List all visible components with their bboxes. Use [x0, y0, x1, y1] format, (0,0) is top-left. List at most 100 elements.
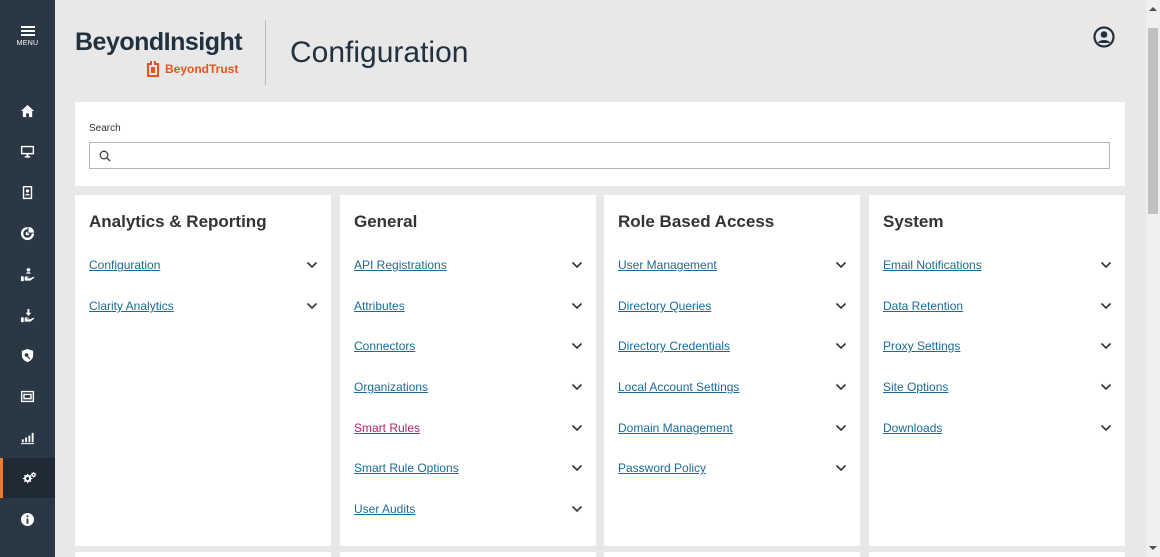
link-email-notifications[interactable]: Email Notifications: [883, 258, 982, 272]
nav-reports[interactable]: [0, 417, 55, 457]
nav-home[interactable]: [0, 91, 55, 131]
nav-users[interactable]: [0, 254, 55, 294]
nav-about[interactable]: [0, 499, 55, 539]
search-label: Search: [89, 123, 121, 134]
card-analytics-reporting: Analytics & Reporting Configuration Clar…: [75, 195, 331, 546]
chevron-down-icon[interactable]: [305, 299, 319, 313]
list-item: Attributes: [354, 296, 584, 316]
triangle-up-icon: [1149, 7, 1157, 11]
link-directory-queries[interactable]: Directory Queries: [618, 299, 711, 313]
card-partial: [869, 552, 1125, 557]
link-attributes[interactable]: Attributes: [354, 299, 405, 313]
scroll-up-arrow[interactable]: [1146, 2, 1160, 16]
chevron-down-icon[interactable]: [834, 380, 848, 394]
chevron-down-icon[interactable]: [1099, 258, 1113, 272]
link-downloads[interactable]: Downloads: [883, 421, 942, 435]
shield-key-icon: [21, 348, 34, 362]
chevron-down-icon[interactable]: [570, 421, 584, 435]
chevron-down-icon[interactable]: [834, 299, 848, 313]
list-item: Smart Rules: [354, 418, 584, 438]
card-partial: [604, 552, 860, 557]
list-item: Directory Queries: [618, 296, 848, 316]
chevron-down-icon[interactable]: [834, 421, 848, 435]
home-icon: [20, 104, 35, 117]
chevron-down-icon[interactable]: [1099, 299, 1113, 313]
list-item: Proxy Settings: [883, 336, 1113, 356]
chevron-down-icon[interactable]: [1099, 380, 1113, 394]
link-directory-credentials[interactable]: Directory Credentials: [618, 339, 730, 353]
search-input[interactable]: [119, 143, 1109, 168]
link-connectors[interactable]: Connectors: [354, 339, 415, 353]
chevron-down-icon[interactable]: [834, 258, 848, 272]
list-item: Organizations: [354, 377, 584, 397]
page-title: Configuration: [290, 36, 469, 69]
chevron-down-icon[interactable]: [570, 339, 584, 353]
nav-configuration[interactable]: [0, 458, 55, 498]
nav-identity[interactable]: [0, 172, 55, 212]
nav-analytics[interactable]: [0, 213, 55, 253]
chevron-down-icon[interactable]: [570, 299, 584, 313]
hand-user-icon: [20, 267, 35, 281]
brand-sub-label: BeyondTrust: [165, 62, 239, 76]
card-title: System: [883, 212, 944, 231]
menu-label: MENU: [16, 40, 39, 47]
chevron-down-icon[interactable]: [834, 461, 848, 475]
link-smart-rules[interactable]: Smart Rules: [354, 421, 420, 435]
nav-security[interactable]: [0, 335, 55, 375]
user-account-icon[interactable]: [1093, 26, 1115, 48]
list-item: Clarity Analytics: [89, 296, 319, 316]
list-item: Site Options: [883, 377, 1113, 397]
card-role-based-access: Role Based Access User Management Direct…: [604, 195, 860, 546]
link-user-audits[interactable]: User Audits: [354, 502, 415, 516]
chevron-down-icon[interactable]: [570, 258, 584, 272]
menu-button[interactable]: MENU: [0, 24, 55, 64]
list-item: Domain Management: [618, 418, 848, 438]
header-divider: [265, 20, 266, 85]
link-api-registrations[interactable]: API Registrations: [354, 258, 447, 272]
chevron-down-icon[interactable]: [305, 258, 319, 272]
link-organizations[interactable]: Organizations: [354, 380, 428, 394]
list-item: Email Notifications: [883, 255, 1113, 275]
link-proxy-settings[interactable]: Proxy Settings: [883, 339, 960, 353]
link-domain-management[interactable]: Domain Management: [618, 421, 733, 435]
list-item: Password Policy: [618, 458, 848, 478]
search-icon: [99, 150, 111, 161]
nav-dashboard[interactable]: [0, 376, 55, 416]
monitor-icon: [20, 145, 35, 158]
chevron-down-icon[interactable]: [1099, 339, 1113, 353]
link-password-policy[interactable]: Password Policy: [618, 461, 706, 475]
link-user-management[interactable]: User Management: [618, 258, 717, 272]
card-general: General API Registrations Attributes Con…: [340, 195, 596, 546]
hamburger-icon: [20, 24, 35, 38]
brand-sub: BeyondTrust: [145, 60, 238, 78]
info-icon: [20, 512, 35, 526]
chevron-down-icon[interactable]: [570, 380, 584, 394]
link-site-options[interactable]: Site Options: [883, 380, 948, 394]
analytics-icon: [20, 226, 35, 240]
nav-assets[interactable]: [0, 131, 55, 171]
brand-logo: BeyondInsight BeyondTrust: [75, 28, 250, 77]
search-box[interactable]: [89, 142, 1110, 169]
link-clarity-analytics[interactable]: Clarity Analytics: [89, 299, 174, 313]
nav-deploy[interactable]: [0, 295, 55, 335]
chevron-down-icon[interactable]: [1099, 421, 1113, 435]
scroll-thumb[interactable]: [1148, 28, 1158, 214]
list-item: Connectors: [354, 336, 584, 356]
side-navigation: MENU: [0, 0, 55, 557]
card-partial: [75, 552, 331, 557]
card-partial: [340, 552, 596, 557]
chevron-down-icon[interactable]: [570, 502, 584, 516]
chevron-down-icon[interactable]: [570, 461, 584, 475]
list-item: Downloads: [883, 418, 1113, 438]
brand-name: BeyondInsight: [75, 28, 243, 56]
chevron-down-icon[interactable]: [834, 339, 848, 353]
scroll-down-arrow[interactable]: [1146, 541, 1160, 555]
link-local-account-settings[interactable]: Local Account Settings: [618, 380, 739, 394]
link-data-retention[interactable]: Data Retention: [883, 299, 963, 313]
link-configuration[interactable]: Configuration: [89, 258, 160, 272]
gears-icon: [22, 471, 36, 483]
card-title: Role Based Access: [618, 212, 775, 231]
link-smart-rule-options[interactable]: Smart Rule Options: [354, 461, 459, 475]
vertical-scrollbar[interactable]: [1146, 0, 1160, 557]
list-item: Data Retention: [883, 296, 1113, 316]
